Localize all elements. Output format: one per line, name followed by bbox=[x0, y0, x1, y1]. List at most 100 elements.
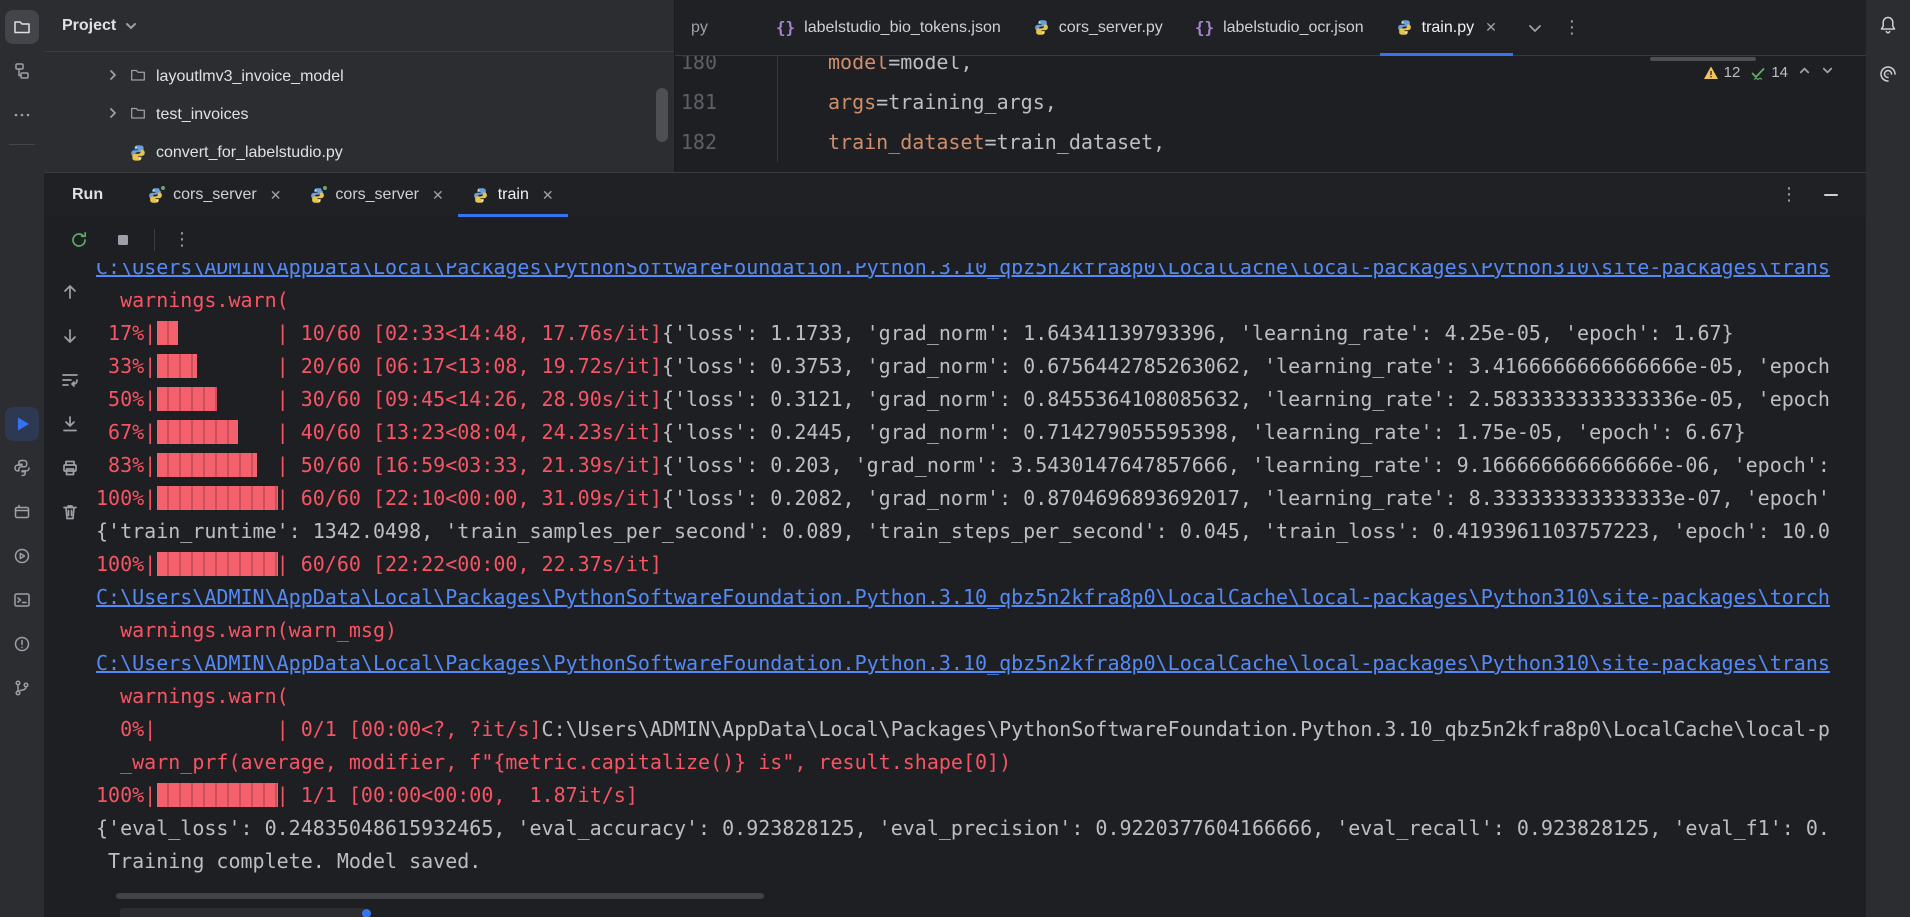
notifications-bell-icon[interactable] bbox=[1877, 14, 1899, 41]
terminal-tool-icon[interactable] bbox=[5, 583, 39, 617]
console-row: C:\Users\ADMIN\AppData\Local\Packages\Py… bbox=[96, 263, 1866, 284]
tree-item-label: layoutlmv3_invoice_model bbox=[156, 68, 344, 86]
console-stdout-text: {'loss': 1.1733, 'grad_norm': 1.64341139… bbox=[662, 321, 1734, 345]
stop-button[interactable] bbox=[110, 227, 136, 253]
run-tab-label: cors_server bbox=[173, 186, 257, 204]
run-tool-icon[interactable] bbox=[5, 407, 39, 441]
console-stderr-text: | 1/1 [00:00<00:00, 1.87it/s] bbox=[277, 783, 638, 807]
console-row: 33%|| 20/60 [06:17<13:08, 19.72s/it]{'lo… bbox=[96, 350, 1866, 383]
console-file-link[interactable]: C:\Users\ADMIN\AppData\Local\Packages\Py… bbox=[96, 585, 1830, 609]
python-file-icon bbox=[129, 144, 147, 162]
run-tab-cors_server[interactable]: cors_server ✕ bbox=[133, 173, 295, 217]
close-tab-icon[interactable]: ✕ bbox=[432, 187, 444, 204]
more-tool-windows-icon[interactable] bbox=[5, 98, 39, 132]
inspections-widget: 12 14 bbox=[1703, 64, 1834, 81]
minimize-panel-icon[interactable] bbox=[1824, 194, 1838, 196]
progress-bar bbox=[156, 354, 276, 378]
console-file-link[interactable]: C:\Users\ADMIN\AppData\Local\Packages\Py… bbox=[96, 651, 1830, 675]
progress-bar-fill bbox=[157, 354, 197, 378]
editor-tab-labelstudio_bio_tokens.json[interactable]: {}labelstudio_bio_tokens.json bbox=[760, 0, 1017, 55]
console-stderr-text: warnings.warn( bbox=[96, 288, 289, 312]
project-tool-icon[interactable] bbox=[5, 10, 39, 44]
arrow-down-button[interactable] bbox=[57, 323, 83, 349]
right-tool-stripe bbox=[1866, 0, 1910, 917]
arrow-up-button[interactable] bbox=[57, 279, 83, 305]
editor-tab-bar: py{}labelstudio_bio_tokens.jsoncors_serv… bbox=[675, 0, 1866, 56]
left-stripe-top-group bbox=[5, 10, 39, 142]
tab-label: labelstudio_bio_tokens.json bbox=[804, 19, 1001, 37]
run-body: C:\Users\ADMIN\AppData\Local\Packages\Py… bbox=[44, 263, 1866, 917]
project-panel-title: Project bbox=[62, 17, 116, 35]
project-scrollbar-thumb[interactable] bbox=[656, 88, 668, 142]
next-problem-button[interactable] bbox=[1821, 64, 1834, 81]
folder-icon bbox=[129, 66, 147, 89]
close-tab-icon[interactable]: ✕ bbox=[270, 187, 282, 204]
console-stderr-text: | 40/60 [13:23<08:04, 24.23s/it] bbox=[277, 420, 662, 444]
console-stderr-text: 17%| bbox=[96, 321, 156, 345]
code-keyword-arg: args bbox=[828, 90, 876, 114]
folder-icon bbox=[129, 104, 147, 127]
console-row: 100%|| 1/1 [00:00<00:00, 1.87it/s] bbox=[96, 779, 1866, 812]
tab-options-kebab-icon[interactable]: ⋮ bbox=[1563, 19, 1581, 37]
line-number: 182 bbox=[675, 122, 717, 162]
scroll-to-end-button[interactable] bbox=[57, 411, 83, 437]
run-header-actions: ⋮ bbox=[1780, 173, 1838, 217]
console-file-link[interactable]: C:\Users\ADMIN\AppData\Local\Packages\Py… bbox=[96, 263, 1830, 279]
console-stderr-text: warnings.warn(warn_msg) bbox=[96, 618, 397, 642]
editor-tab-cors_server.py[interactable]: cors_server.py bbox=[1017, 0, 1179, 55]
services-icon bbox=[12, 546, 32, 566]
console-stderr-text: | 0/1 [00:00<?, ?it/s] bbox=[277, 717, 542, 741]
run-tab-train[interactable]: train✕ bbox=[458, 173, 568, 217]
console-stdout-text: {'train_runtime': 1342.0498, 'train_samp… bbox=[96, 519, 1830, 543]
python-run-icon bbox=[472, 187, 489, 204]
python-console-tool-icon[interactable] bbox=[5, 495, 39, 529]
close-tab-icon[interactable]: ✕ bbox=[1485, 19, 1497, 36]
run-tab-cors_server[interactable]: cors_server✕ bbox=[295, 173, 457, 217]
python-run-icon bbox=[309, 187, 326, 204]
warnings-count: 12 bbox=[1724, 64, 1741, 81]
editor-tab-train.py[interactable]: train.py✕ bbox=[1380, 0, 1513, 55]
rerun-button[interactable] bbox=[66, 227, 92, 253]
console-stderr-text: _warn_prf(average, modifier, f"{metric.c… bbox=[96, 750, 1011, 774]
console-stdout-text: {'loss': 0.3121, 'grad_norm': 0.84553641… bbox=[662, 387, 1830, 411]
chevron-down-icon[interactable] bbox=[1527, 20, 1543, 36]
python-file-icon bbox=[1033, 19, 1050, 36]
run-options-kebab-icon[interactable]: ⋮ bbox=[1780, 186, 1798, 204]
chevron-right-icon[interactable] bbox=[106, 68, 120, 87]
console-row: warnings.warn( bbox=[96, 680, 1866, 713]
problems-tool-icon[interactable] bbox=[5, 627, 39, 661]
tree-item-test_invoices[interactable]: test_invoices bbox=[44, 96, 674, 134]
clear-trash-button[interactable] bbox=[57, 499, 83, 525]
soft-wrap-button[interactable] bbox=[57, 367, 83, 393]
project-panel-header[interactable]: Project bbox=[44, 0, 674, 52]
toolbar-separator bbox=[154, 229, 155, 251]
close-tab-icon[interactable]: ✕ bbox=[542, 187, 554, 204]
inspection-ok[interactable]: 14 bbox=[1750, 64, 1788, 81]
console-stdout-text: {'loss': 0.203, 'grad_norm': 3.543014764… bbox=[662, 453, 1830, 477]
structure-tool-icon[interactable] bbox=[5, 54, 39, 88]
tree-item-convert_for_labelstudio.py[interactable]: convert_for_labelstudio.py bbox=[44, 134, 674, 172]
editor-tab-labelstudio_ocr.json[interactable]: {} labelstudio_ocr.json bbox=[1179, 0, 1380, 55]
editor-area[interactable]: 180model=model,181args=training_args,182… bbox=[675, 56, 1866, 172]
editor-tab-py[interactable]: py bbox=[675, 0, 760, 55]
tree-item-layoutlmv3_invoice_model[interactable]: layoutlmv3_invoice_model bbox=[44, 58, 674, 96]
console-hscrollbar-thumb[interactable] bbox=[116, 893, 764, 899]
console-options-kebab-icon[interactable]: ⋮ bbox=[173, 231, 191, 249]
version-control-tool-icon[interactable] bbox=[5, 671, 39, 705]
python-packages-tool-icon[interactable] bbox=[5, 451, 39, 485]
chevron-right-icon[interactable] bbox=[106, 106, 120, 125]
console-stderr-text: | 60/60 [22:22<00:00, 22.37s/it] bbox=[277, 552, 662, 576]
print-button[interactable] bbox=[57, 455, 83, 481]
tree-item-label: convert_for_labelstudio.py bbox=[156, 144, 343, 162]
console-row: _warn_prf(average, modifier, f"{metric.c… bbox=[96, 746, 1866, 779]
previous-problem-button[interactable] bbox=[1798, 64, 1811, 81]
ai-assistant-icon[interactable] bbox=[1877, 63, 1899, 90]
code-text: =model, bbox=[888, 56, 972, 74]
inspection-warnings[interactable]: 12 bbox=[1703, 64, 1741, 81]
left-stripe-bottom-group bbox=[5, 407, 39, 715]
progress-bar-fill bbox=[157, 783, 277, 807]
json-file-icon: {} bbox=[1195, 18, 1214, 37]
tab-label: labelstudio_ocr.json bbox=[1223, 19, 1364, 37]
progress-bar-fill bbox=[157, 387, 217, 411]
services-tool-icon[interactable] bbox=[5, 539, 39, 573]
